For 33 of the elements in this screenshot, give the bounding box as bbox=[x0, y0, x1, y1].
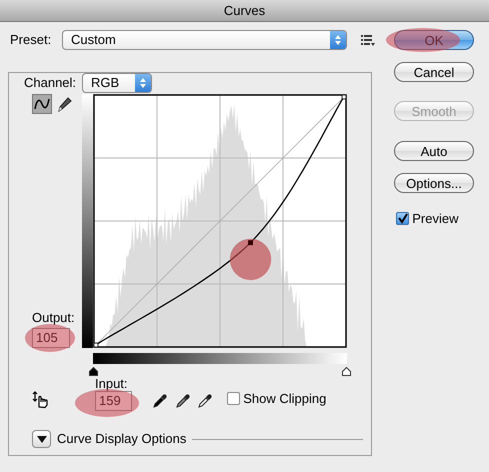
curve-point-handle[interactable] bbox=[248, 240, 253, 245]
stepper-arrows-icon[interactable] bbox=[139, 76, 148, 89]
dialog-button[interactable]: Cancel bbox=[394, 62, 474, 82]
preset-menu-icon[interactable] bbox=[361, 34, 375, 46]
dialog-button[interactable]: Options... bbox=[394, 173, 474, 193]
dialog-button[interactable]: Auto bbox=[394, 141, 474, 161]
disclosure-button[interactable] bbox=[32, 430, 51, 448]
eyedropper-icon[interactable] bbox=[152, 393, 168, 410]
hand-adjust-icon[interactable] bbox=[32, 391, 50, 410]
preview-label: Preview bbox=[412, 210, 458, 228]
triangle-icon bbox=[36, 436, 46, 442]
output-field[interactable]: 105 bbox=[32, 328, 70, 348]
preview-checkbox[interactable] bbox=[396, 212, 409, 226]
channel-dropdown[interactable]: RGB bbox=[82, 72, 152, 93]
input-range-marker[interactable] bbox=[342, 367, 351, 376]
channel-label: Channel: bbox=[24, 74, 76, 92]
stepper-arrows-icon[interactable] bbox=[334, 34, 342, 46]
show-clipping-label: Show Clipping bbox=[243, 390, 326, 408]
window-title: Curves bbox=[0, 0, 489, 22]
curves-graph[interactable] bbox=[93, 94, 347, 348]
eyedropper-icon[interactable] bbox=[174, 393, 190, 410]
preset-dropdown[interactable]: Custom bbox=[62, 30, 347, 50]
preset-label: Preset: bbox=[10, 31, 52, 50]
show-clipping-checkbox[interactable] bbox=[227, 392, 240, 405]
output-label: Output: bbox=[32, 309, 76, 328]
eyedropper-icon[interactable] bbox=[197, 393, 213, 410]
input-label: Input: bbox=[95, 376, 129, 392]
curve-display-options-label: Curve Display Options bbox=[57, 430, 186, 448]
input-field[interactable]: 159 bbox=[95, 391, 132, 412]
curve-tool-button[interactable] bbox=[32, 94, 52, 114]
curve-endpoint[interactable] bbox=[94, 342, 98, 348]
curve-endpoint[interactable] bbox=[342, 94, 346, 100]
input-range-marker[interactable] bbox=[89, 367, 98, 376]
